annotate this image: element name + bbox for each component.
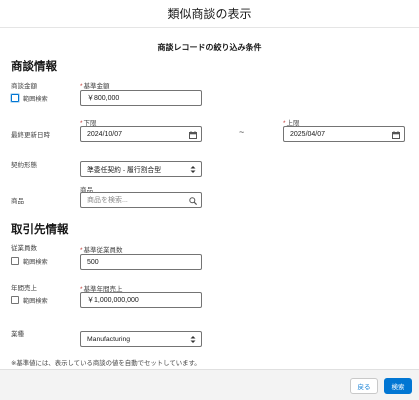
employees-label: 従業員数	[11, 245, 37, 252]
calendar-icon[interactable]	[391, 130, 400, 139]
product-search-input[interactable]: 商品を検索...	[80, 192, 202, 208]
amount-label: 商談金額	[11, 83, 37, 90]
updown-chevron-icon	[188, 165, 197, 174]
lower-date-input[interactable]: 2024/10/07	[80, 126, 202, 142]
revenue-range-checkbox[interactable]	[11, 296, 19, 304]
opportunity-section-title: 商談情報	[11, 61, 57, 73]
updown-chevron-icon	[188, 335, 197, 344]
filter-subtitle: 商談レコードの絞り込み条件	[157, 43, 262, 52]
modal-footer: 戻る 検索	[0, 369, 419, 400]
industry-label: 業種	[11, 331, 24, 338]
search-button[interactable]: 検索	[384, 378, 412, 394]
range-separator: ~	[239, 127, 245, 137]
product-label: 商品	[11, 198, 24, 205]
amount-range-label: 範囲検索	[23, 96, 48, 103]
upper-date-input[interactable]: 2025/04/07	[283, 126, 405, 142]
employees-input[interactable]: 500	[80, 254, 202, 270]
modal-title: 類似商談の表示	[167, 7, 252, 21]
calendar-icon[interactable]	[188, 130, 197, 139]
account-section-title: 取引先情報	[11, 224, 69, 236]
revenue-range-label: 範囲検索	[23, 298, 48, 305]
employees-base-label: *基準従業員数	[80, 247, 123, 254]
amount-base-label: *基準金額	[80, 83, 110, 90]
modal-header: 類似商談の表示	[0, 0, 419, 28]
last-modified-label: 最終更新日時	[11, 132, 50, 139]
industry-select[interactable]: Manufacturing	[80, 331, 202, 347]
employees-range-checkbox[interactable]	[11, 257, 19, 265]
revenue-input[interactable]: ￥1,000,000,000	[80, 292, 202, 308]
revenue-label: 年間売上	[11, 285, 37, 292]
contract-type-select[interactable]: 準委任契約 - 履行割合型	[80, 161, 202, 177]
amount-range-checkbox[interactable]	[11, 94, 19, 102]
employees-range-label: 範囲検索	[23, 259, 48, 266]
contract-type-label: 契約形態	[11, 162, 37, 169]
search-icon	[188, 196, 197, 205]
amount-input[interactable]: ￥800,000	[80, 90, 202, 106]
back-button[interactable]: 戻る	[350, 378, 378, 394]
base-value-note: ※基準値には、表示している商談の値を自動でセットしています。	[11, 360, 201, 367]
